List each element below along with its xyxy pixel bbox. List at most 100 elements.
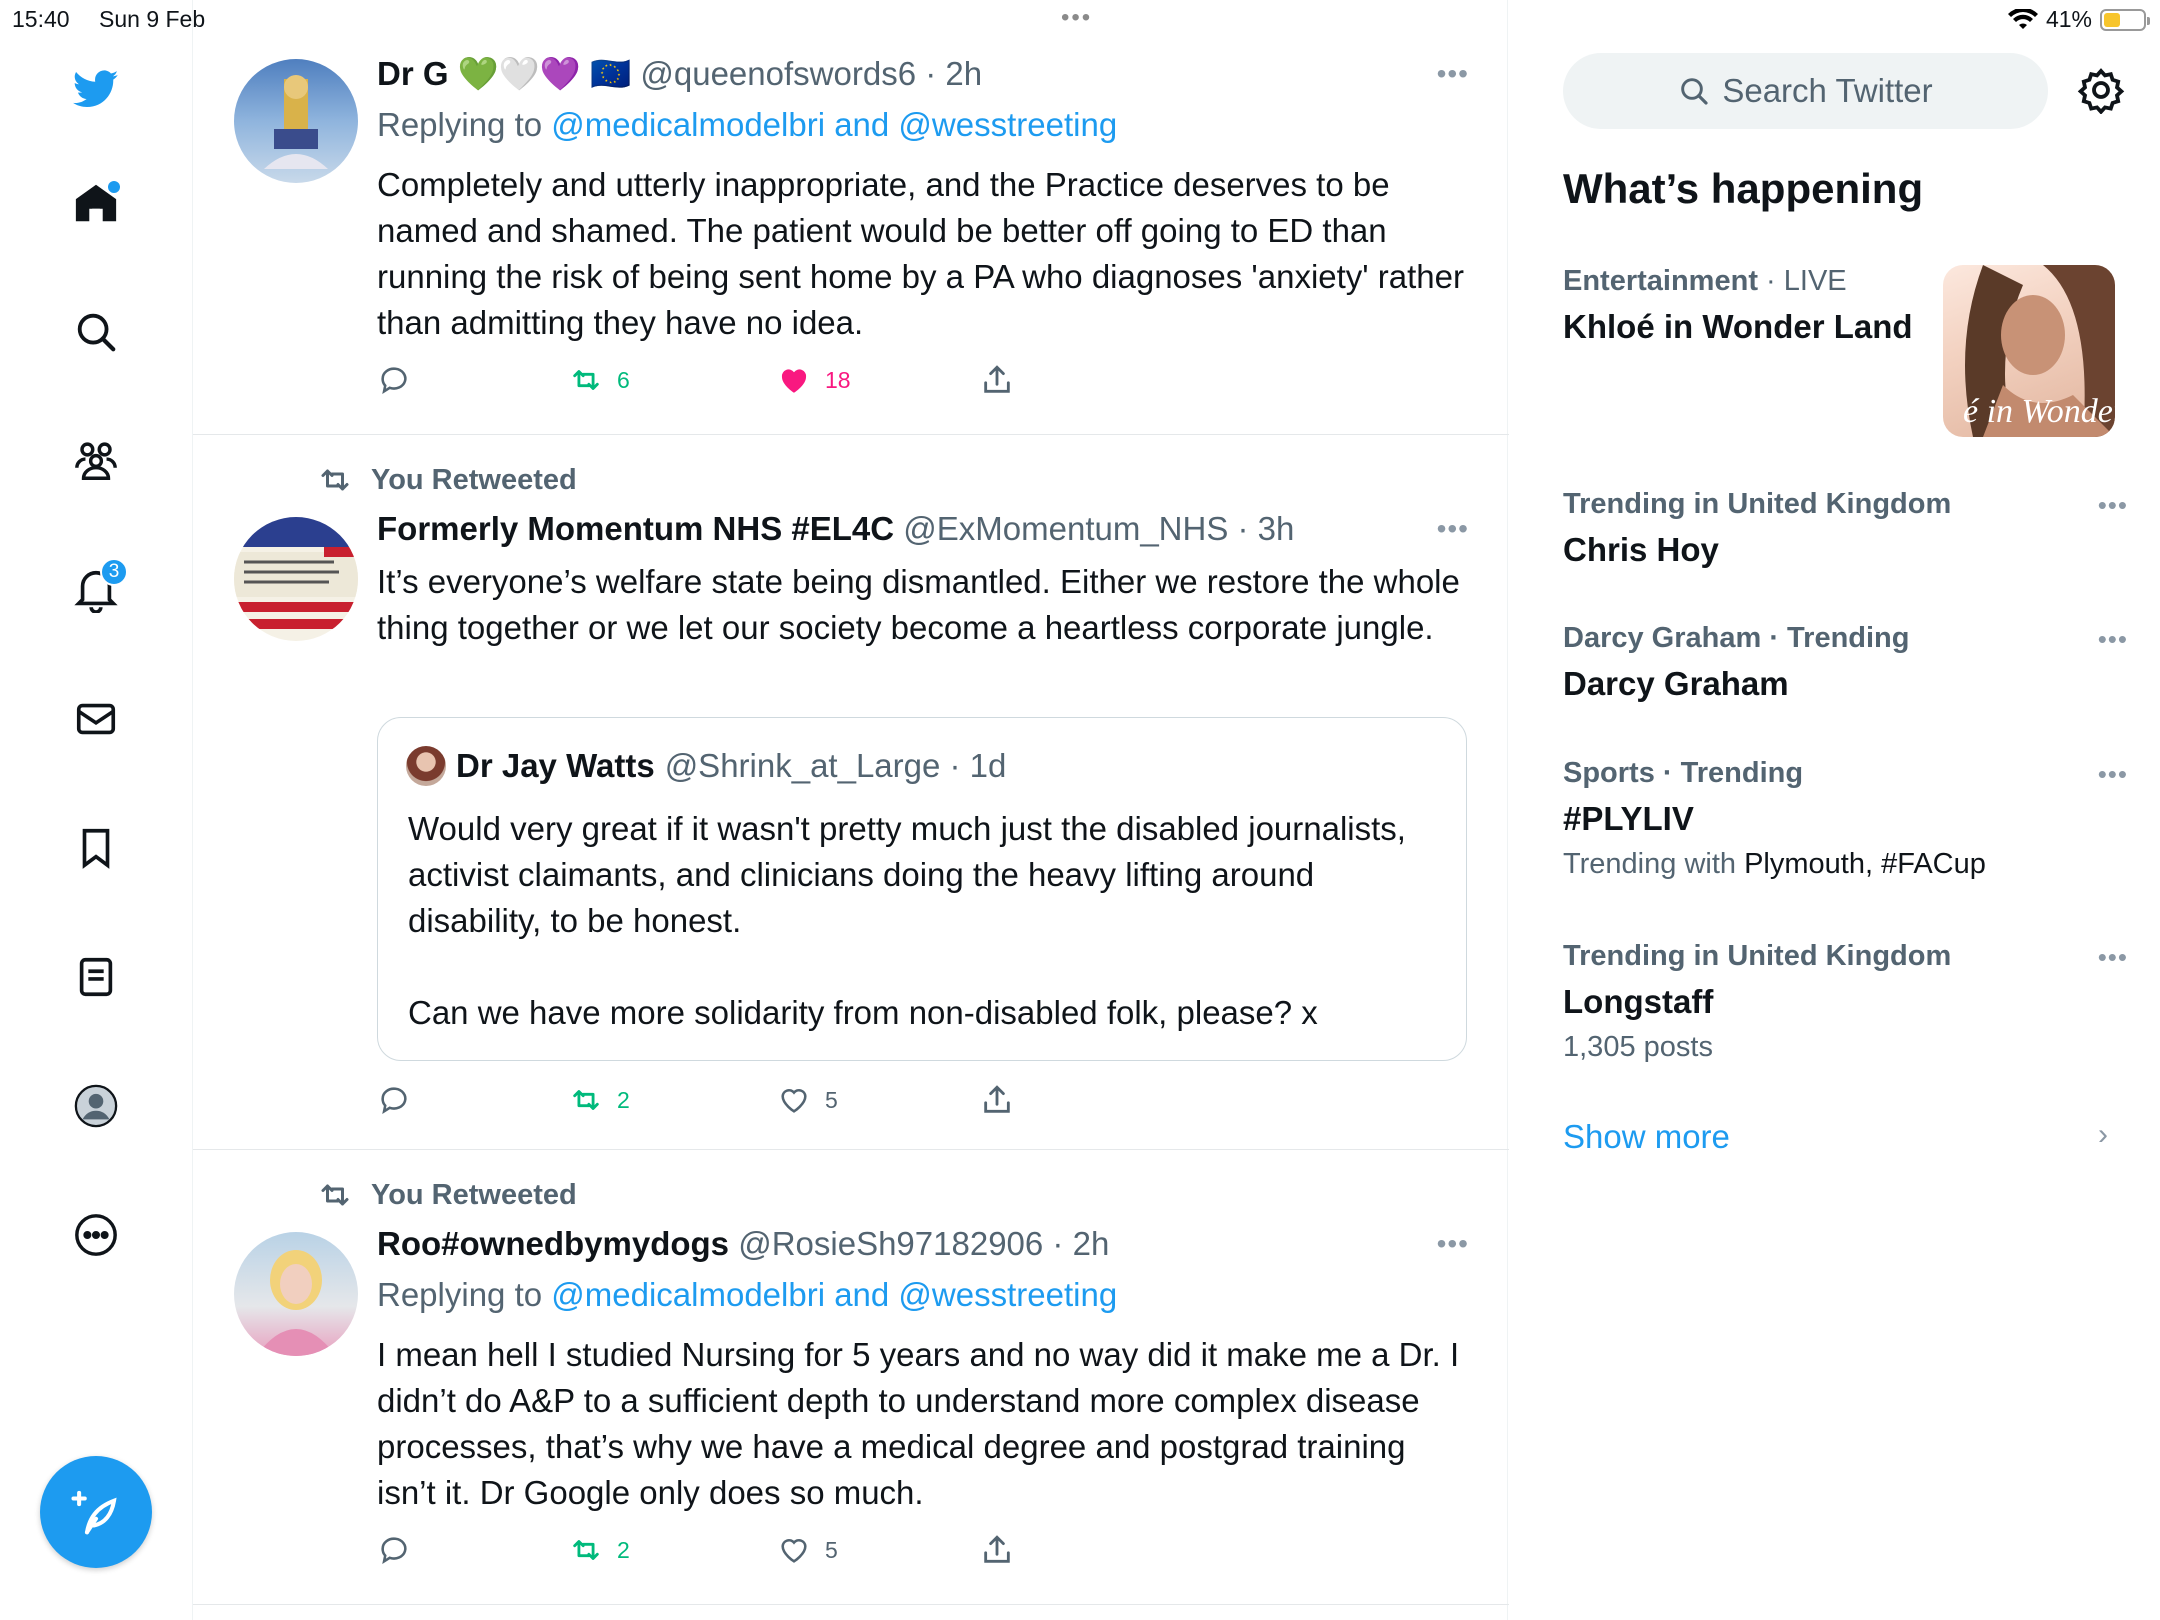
trend-item[interactable]: Darcy Graham · Trending Darcy Graham (1563, 622, 2123, 703)
trend-category: Sports · Trending (1563, 757, 1804, 789)
replying-to: Replying to @medicalmodelbri and @wesstr… (377, 1276, 1117, 1314)
retweet-small-icon (321, 1184, 349, 1206)
avatar[interactable] (234, 1232, 358, 1356)
like-button[interactable]: 18 (777, 363, 851, 397)
quoted-text-paragraph-1: Would very great if it wasn't pretty muc… (408, 810, 1406, 939)
trend-context: · LIVE (1757, 265, 1847, 297)
share-button[interactable] (980, 1083, 1014, 1117)
like-count: 5 (825, 1536, 838, 1563)
trend-title: #PLYLIV (1563, 800, 1694, 837)
quoted-author-handle[interactable]: @Shrink_at_Large · 1d (665, 747, 1007, 785)
share-button[interactable] (980, 363, 1014, 397)
replying-to-link[interactable]: @medicalmodelbri and @wesstreeting (551, 106, 1117, 143)
reply-button[interactable] (377, 1083, 411, 1117)
reply-icon (381, 1537, 407, 1564)
share-icon (984, 1535, 1010, 1563)
search-nav-icon[interactable] (70, 306, 122, 358)
tweet-header: Formerly Momentum NHS #EL4C @ExMomentum_… (377, 510, 1294, 548)
tweet-more-button[interactable]: ••• (1437, 513, 1469, 545)
settings-gear-icon[interactable] (2077, 66, 2125, 114)
like-count: 5 (825, 1086, 838, 1113)
tweet[interactable]: Dr G 💚🤍💜 🇪🇺 @queenofswords6 · 2h ••• Rep… (193, 0, 1509, 435)
author-name[interactable]: Formerly Momentum NHS #EL4C (377, 510, 894, 547)
like-icon (781, 1538, 807, 1563)
tweet-more-button[interactable]: ••• (1437, 1228, 1469, 1260)
search-placeholder: Search Twitter (1722, 72, 1933, 109)
search-icon (1681, 78, 1708, 105)
timeline-feed: Dr G 💚🤍💜 🇪🇺 @queenofswords6 · 2h ••• Rep… (192, 0, 1509, 1620)
trend-item[interactable]: Trending in United Kingdom Longstaff 1,3… (1563, 940, 2123, 1064)
trend-sub-prefix: Trending with (1563, 848, 1745, 880)
retweet-count: 2 (617, 1086, 630, 1113)
quoted-tweet[interactable]: Dr Jay Watts @Shrink_at_Large · 1d Would… (377, 717, 1467, 1061)
trend-more-button[interactable]: ••• (2098, 490, 2128, 521)
show-more-link[interactable]: Show more (1563, 1118, 1730, 1156)
replying-to-link[interactable]: @medicalmodelbri and @wesstreeting (551, 1276, 1117, 1313)
share-button[interactable] (980, 1533, 1014, 1567)
trend-item[interactable]: Trending in United Kingdom Chris Hoy (1563, 488, 2123, 569)
left-nav: 3 (0, 0, 192, 1620)
trend-title: Darcy Graham (1563, 665, 1789, 702)
trend-category: Trending in United Kingdom (1563, 940, 1952, 972)
author-name[interactable]: Dr G 💚🤍💜 🇪🇺 (377, 55, 631, 92)
retweet-button[interactable]: 2 (569, 1083, 630, 1117)
retweeted-indicator: You Retweeted (317, 1177, 577, 1213)
trend-image-text: é in Wonder L (1963, 393, 2115, 430)
reply-button[interactable] (377, 1533, 411, 1567)
trend-post-count: 1,305 posts (1563, 1031, 1713, 1063)
quoted-author-name[interactable]: Dr Jay Watts (456, 747, 655, 785)
profile-icon[interactable] (70, 1080, 122, 1132)
author-handle[interactable]: @RosieSh97182906 · 2h (738, 1225, 1109, 1262)
like-button[interactable]: 5 (777, 1083, 838, 1117)
home-icon[interactable] (70, 177, 122, 229)
trend-more-button[interactable]: ••• (2098, 624, 2128, 655)
tweet-more-button[interactable]: ••• (1437, 58, 1469, 90)
trend-more-button[interactable]: ••• (2098, 942, 2128, 973)
tweet-actions: 6 18 (377, 363, 1077, 403)
trend-sub-value: Plymouth, #FACup (1744, 848, 1986, 880)
trend-category: Entertainment (1563, 265, 1758, 297)
whats-happening-heading: What’s happening (1563, 165, 1924, 212)
quoted-text-paragraph-2: Can we have more solidarity from non-dis… (408, 994, 1318, 1031)
lists-icon[interactable] (70, 951, 122, 1003)
retweet-button[interactable]: 2 (569, 1533, 630, 1567)
like-icon (781, 1088, 807, 1113)
trend-item[interactable]: Sports · Trending #PLYLIV Trending with … (1563, 757, 2123, 881)
notifications-icon[interactable]: 3 (70, 558, 128, 616)
retweet-icon (573, 370, 599, 390)
tweet-actions: 2 5 (377, 1083, 1077, 1123)
tweet-text: I mean hell I studied Nursing for 5 year… (377, 1336, 1460, 1511)
trend-more-button[interactable]: ••• (2098, 759, 2128, 790)
more-icon[interactable] (70, 1209, 122, 1261)
trend-title: Longstaff (1563, 983, 1714, 1020)
replying-to: Replying to @medicalmodelbri and @wesstr… (377, 106, 1117, 144)
tweet[interactable]: You Retweeted Formerly Momentum NHS #EL4… (193, 435, 1509, 1150)
like-button[interactable]: 5 (777, 1533, 838, 1567)
bookmarks-icon[interactable] (70, 822, 122, 874)
retweet-button[interactable]: 6 (569, 363, 630, 397)
share-icon (984, 365, 1010, 393)
tweet-actions: 2 5 (377, 1533, 1077, 1573)
retweet-icon (573, 1540, 599, 1560)
communities-icon[interactable] (70, 435, 122, 487)
reply-button[interactable] (377, 363, 411, 397)
author-handle[interactable]: @ExMomentum_NHS · 3h (903, 510, 1294, 547)
trend-image[interactable]: é in Wonder L (1943, 265, 2115, 437)
tweet[interactable]: You Retweeted Roo#ownedbymydogs @RosieSh… (193, 1150, 1509, 1605)
quoted-avatar[interactable] (406, 746, 446, 786)
tweet-header: Dr G 💚🤍💜 🇪🇺 @queenofswords6 · 2h (377, 55, 982, 94)
twitter-logo-icon[interactable] (70, 63, 122, 115)
search-input[interactable]: Search Twitter (1563, 53, 2048, 129)
author-handle[interactable]: @queenofswords6 · 2h (640, 55, 982, 92)
tweet-header: Roo#ownedbymydogs @RosieSh97182906 · 2h (377, 1225, 1109, 1263)
quoted-tweet-header: Dr Jay Watts @Shrink_at_Large · 1d (406, 746, 1006, 786)
author-name[interactable]: Roo#ownedbymydogs (377, 1225, 729, 1262)
trend-category: Trending in United Kingdom (1563, 488, 1952, 520)
avatar[interactable] (234, 517, 358, 641)
replying-prefix: Replying to (377, 1276, 552, 1313)
messages-icon[interactable] (70, 693, 122, 745)
avatar[interactable] (234, 59, 358, 183)
compose-button[interactable] (40, 1456, 152, 1568)
compose-icon (71, 1490, 117, 1535)
home-unread-dot (108, 181, 120, 193)
